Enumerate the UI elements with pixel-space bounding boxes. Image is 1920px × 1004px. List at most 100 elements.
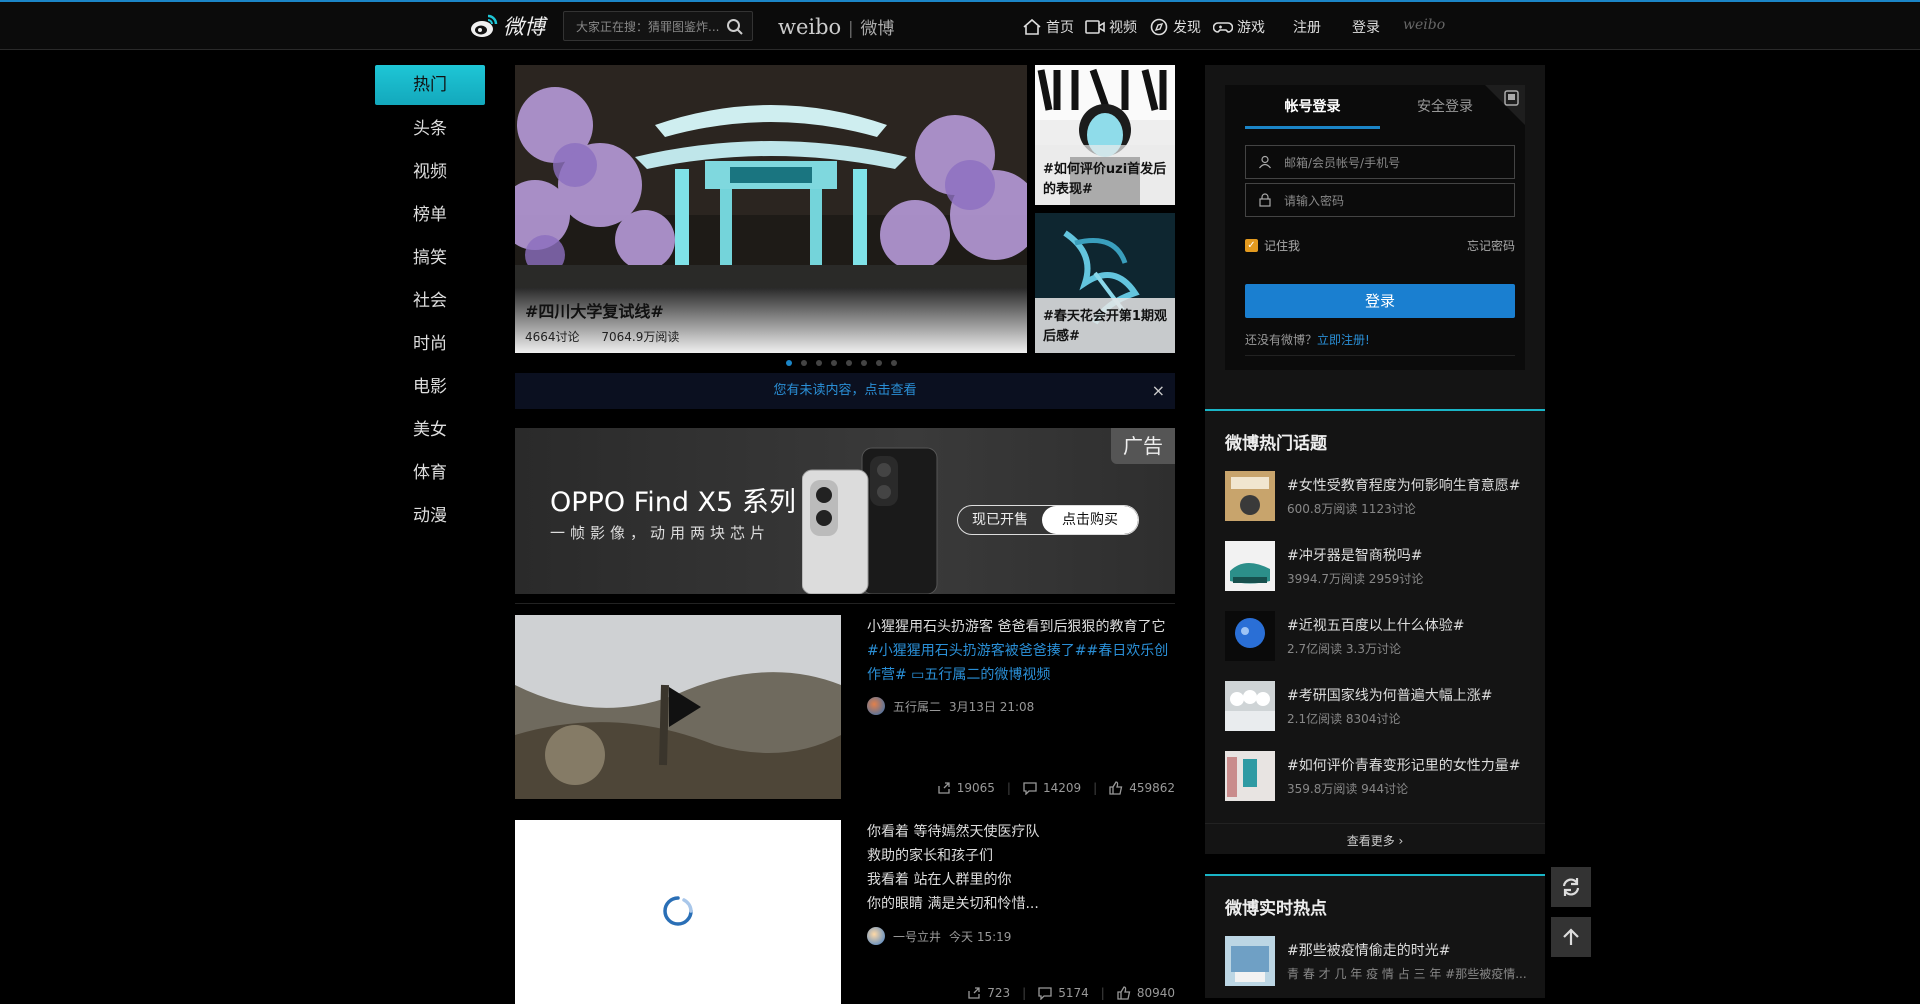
channel-item-rank[interactable]: 榜单 [375, 194, 485, 237]
channel-item-funny[interactable]: 搞笑 [375, 237, 485, 280]
channel-item-headline[interactable]: 头条 [375, 108, 485, 151]
qr-code-icon[interactable] [1485, 85, 1525, 125]
feed-line: 救助的家长和孩子们 [867, 848, 993, 864]
topic-thumbnail [1225, 681, 1275, 731]
channel-item-sports[interactable]: 体育 [375, 452, 485, 495]
tab-secure-login[interactable]: 安全登录 [1390, 85, 1500, 129]
search-icon[interactable] [726, 18, 744, 36]
ad-presale-button[interactable]: 现已开售 [958, 506, 1042, 534]
feed-topic-links[interactable]: #小猩猩用石头扔游客被爸爸揍了##春日欢乐创作营# ▭五行属二的微博视频 [867, 639, 1175, 687]
forgot-password-link[interactable]: 忘记密码 [1467, 237, 1515, 254]
topic-item[interactable]: #冲牙器是智商税吗# 3994.7万阅读 2959讨论 [1225, 541, 1535, 593]
stat-divider: | [1093, 781, 1098, 795]
channel-item-beauty[interactable]: 美女 [375, 409, 485, 452]
hot-topics-panel: 微博热门话题 #女性受教育程度为何影响生育意愿# 600.8万阅读 1123讨论… [1205, 409, 1545, 854]
topic-item[interactable]: #考研国家线为何普遍大幅上涨# 2.1亿阅读 8304讨论 [1225, 681, 1535, 733]
channel-item-hot[interactable]: 热门 [375, 65, 485, 105]
play-icon[interactable] [661, 685, 705, 729]
refresh-button[interactable] [1551, 867, 1591, 907]
topic-meta: 359.8万阅读 944讨论 [1287, 782, 1409, 796]
ad-title-suffix: 系列 [733, 487, 796, 518]
carousel-dot[interactable] [876, 360, 882, 366]
search-input[interactable] [574, 18, 722, 36]
unread-content-bar[interactable]: 您有未读内容，点击查看 × [515, 373, 1175, 409]
nav-discover[interactable]: 发现 [1149, 17, 1201, 37]
topic-item[interactable]: #女性受教育程度为何影响生育意愿# 600.8万阅读 1123讨论 [1225, 471, 1535, 523]
feed-time: 今天 15:19 [949, 929, 1012, 944]
remember-label: 记住我 [1264, 239, 1301, 253]
divider [515, 603, 1175, 604]
carousel-main-slide[interactable]: #四川大学复试线# 4664讨论 7064.9万阅读 [515, 65, 1027, 353]
tab-account-login[interactable]: 帐号登录 [1245, 85, 1380, 129]
video-icon [1085, 20, 1105, 34]
feed-time: 3月13日 21:08 [949, 699, 1035, 714]
topic-title: #冲牙器是智商税吗# [1287, 548, 1423, 564]
like-count: 459862 [1129, 781, 1175, 795]
nav-discover-label: 发现 [1173, 20, 1201, 36]
carousel-side-slide-2[interactable]: #春天花会开第1期观后感# [1035, 213, 1175, 353]
divider [1245, 355, 1515, 356]
topic-meta: 3994.7万阅读 2959讨论 [1287, 572, 1424, 586]
username-input[interactable] [1282, 154, 1502, 172]
logo-text: 微博 [503, 15, 545, 39]
channel-item-fashion[interactable]: 时尚 [375, 323, 485, 366]
nav-home[interactable]: 首页 [1022, 17, 1074, 37]
loading-spinner-icon [663, 896, 693, 926]
ad-buy-button[interactable]: 点击购买 [1042, 506, 1138, 534]
carousel-dot[interactable] [846, 360, 852, 366]
register-now-link[interactable]: 立即注册! [1317, 333, 1370, 347]
nav-video[interactable]: 视频 [1085, 17, 1137, 37]
feed-video-thumbnail[interactable] [515, 820, 841, 1004]
see-more-link[interactable]: 查看更多 › [1205, 832, 1545, 849]
carousel-dot[interactable] [801, 360, 807, 366]
password-input[interactable] [1282, 192, 1502, 210]
remember-me[interactable]: ✓ 记住我 [1245, 237, 1300, 254]
feed-video-thumbnail[interactable] [515, 615, 841, 799]
avatar[interactable] [867, 697, 885, 715]
carousel-dot[interactable] [831, 360, 837, 366]
nav-game-label: 游戏 [1237, 20, 1265, 36]
login-link[interactable]: 登录 [1352, 17, 1380, 37]
feed-item[interactable]: 小猩猩用石头扔游客 爸爸看到后狠狠的教育了它 #小猩猩用石头扔游客被爸爸揍了##… [515, 615, 1175, 805]
password-field [1245, 183, 1515, 217]
topic-item[interactable]: #近视五百度以上什么体验# 2.7亿阅读 3.3万讨论 [1225, 611, 1535, 663]
feed-meta: 五行属二 3月13日 21:08 [867, 697, 1034, 715]
channel-item-movie[interactable]: 电影 [375, 366, 485, 409]
carousel-dot[interactable] [891, 360, 897, 366]
carousel-main-image [515, 65, 1027, 288]
weibo-logo[interactable]: 微博 [469, 10, 545, 42]
channel-item-anime[interactable]: 动漫 [375, 495, 485, 538]
login-tabs: 帐号登录 安全登录 [1225, 85, 1525, 129]
feed-author[interactable]: 一号立井 [893, 928, 941, 945]
login-button[interactable]: 登录 [1245, 284, 1515, 318]
carousel-dot[interactable] [816, 360, 822, 366]
nav-game[interactable]: 游戏 [1213, 17, 1265, 37]
ad-tag: 广告 [1111, 428, 1175, 464]
carousel-dot[interactable] [861, 360, 867, 366]
remember-checkbox[interactable]: ✓ [1245, 239, 1258, 252]
carousel-dot[interactable] [786, 360, 792, 366]
ad-title: OPPO Find X5 系列 [550, 480, 796, 519]
topic-item[interactable]: #那些被疫情偷走的时光# 青 春 才 几 年 疫 情 占 三 年 #那些被疫情.… [1225, 936, 1535, 988]
channel-item-video[interactable]: 视频 [375, 151, 485, 194]
feed-author[interactable]: 五行属二 [893, 698, 941, 715]
channel-item-society[interactable]: 社会 [375, 280, 485, 323]
topic-thumbnail [1225, 541, 1275, 591]
comment-icon[interactable] [1023, 781, 1037, 795]
feed-item[interactable]: 你看着 等待嫣然天使医疗队 救助的家长和孩子们 我看着 站在人群里的你 你的眼睛… [515, 820, 1175, 1004]
topic-item[interactable]: #如何评价青春变形记里的女性力量# 359.8万阅读 944讨论 [1225, 751, 1535, 803]
carousel-side-slide-1[interactable]: #如何评价uzi首发后的表现# [1035, 65, 1175, 205]
avatar[interactable] [867, 927, 885, 945]
no-account-text: 还没有微博？立即注册! [1245, 331, 1370, 348]
ad-banner[interactable]: OPPO Find X5 系列 一帧影像，动用两块芯片 广告 现已开售 点击购买 [515, 428, 1175, 594]
like-icon[interactable] [1109, 781, 1123, 795]
home-icon [1023, 18, 1041, 35]
username-field [1245, 145, 1515, 179]
register-link[interactable]: 注册 [1293, 17, 1321, 37]
carousel-main-title: #四川大学复试线# [525, 302, 664, 321]
share-icon[interactable] [937, 781, 951, 795]
weibo-brand: weibo | 微博 [778, 14, 894, 39]
close-icon[interactable]: × [1152, 373, 1165, 409]
carousel-main-read: 7064.9万阅读 [601, 330, 680, 344]
back-to-top-button[interactable] [1551, 917, 1591, 957]
